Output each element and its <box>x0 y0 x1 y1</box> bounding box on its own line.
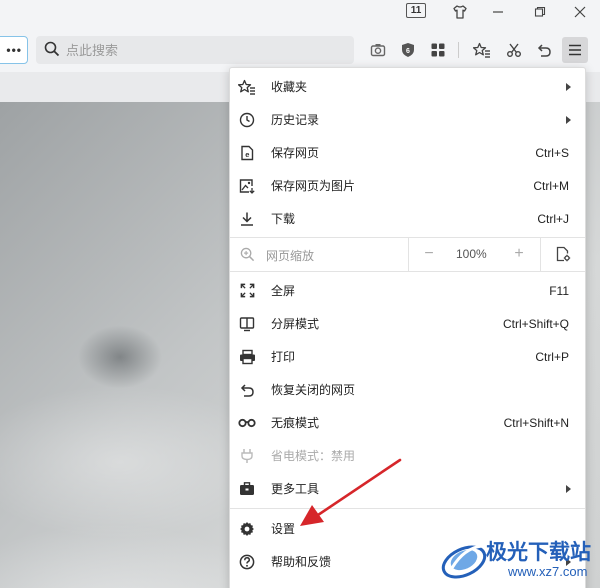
undo-icon <box>236 379 258 401</box>
watermark-url: www.xz7.com <box>508 564 588 579</box>
menu-item-shortcut: Ctrl+M <box>533 178 569 193</box>
title-bar: 11 <box>0 0 600 26</box>
watermark-title: 极光下载站 <box>486 540 591 564</box>
svg-text:6: 6 <box>406 48 410 55</box>
menu-item-label: 无痕模式 <box>271 416 320 430</box>
menu-item-save-as-image[interactable]: 保存网页为图片 Ctrl+M <box>230 169 585 202</box>
menu-item-label: 下载 <box>271 212 296 226</box>
menu-item-history[interactable]: 历史记录 <box>230 103 585 136</box>
menu-item-shortcut: Ctrl+Shift+N <box>503 415 569 430</box>
incognito-icon <box>236 412 258 434</box>
help-icon <box>236 551 258 573</box>
zoom-icon <box>236 243 258 265</box>
submenu-arrow-icon <box>566 115 571 124</box>
plug-icon <box>236 445 258 467</box>
menu-item-label: 全屏 <box>271 284 296 298</box>
undo-icon[interactable] <box>532 38 556 62</box>
search-icon <box>44 41 60 60</box>
menu-item-label: 保存网页 <box>271 146 320 160</box>
main-menu-button[interactable] <box>562 37 588 63</box>
menu-item-label: 历史记录 <box>271 113 320 127</box>
svg-text:e: e <box>245 150 249 159</box>
watermark-logo-icon <box>441 544 487 579</box>
zoom-label: 网页缩放 <box>266 249 315 263</box>
menu-item-download[interactable]: 下载 Ctrl+J <box>230 202 585 235</box>
watermark: 极光下载站 www.xz7.com <box>436 532 600 588</box>
printer-icon <box>236 346 258 368</box>
star-list-icon <box>236 76 258 98</box>
scissors-icon[interactable] <box>502 38 526 62</box>
favorites-list-icon[interactable] <box>470 38 494 62</box>
split-screen-icon <box>236 313 258 335</box>
search-box[interactable] <box>36 36 354 64</box>
menu-item-label: 打印 <box>271 350 296 364</box>
zoom-out-button[interactable]: − <box>418 243 440 265</box>
submenu-arrow-icon <box>566 82 571 91</box>
menu-item-fullscreen[interactable]: 全屏 F11 <box>230 274 585 307</box>
toolbar-divider <box>458 42 459 58</box>
zoom-divider <box>408 238 409 271</box>
menu-item-shortcut: Ctrl+P <box>535 349 569 364</box>
menu-item-label: 帮助和反馈 <box>271 555 332 569</box>
save-page-icon: e <box>236 142 258 164</box>
page-settings-icon[interactable] <box>552 243 574 265</box>
toolbox-icon <box>236 478 258 500</box>
fullscreen-icon <box>236 280 258 302</box>
menu-item-incognito[interactable]: 无痕模式 Ctrl+Shift+N <box>230 406 585 439</box>
gear-icon <box>236 518 258 540</box>
tab-count-badge[interactable]: 11 <box>406 3 426 18</box>
menu-item-label: 保存网页为图片 <box>271 179 356 193</box>
menu-item-shortcut: Ctrl+Shift+Q <box>502 316 569 331</box>
menu-item-favorites[interactable]: 收藏夹 <box>230 70 585 103</box>
menu-item-label: 恢复关闭的网页 <box>271 383 356 397</box>
shield-icon[interactable]: 6 <box>396 38 420 62</box>
menu-divider <box>230 271 585 272</box>
hamburger-icon <box>569 44 581 56</box>
zoom-value: 100% <box>456 247 487 261</box>
camera-icon[interactable] <box>366 38 390 62</box>
skin-shirt-icon[interactable] <box>448 2 472 22</box>
close-icon[interactable] <box>568 2 592 22</box>
menu-item-save-page[interactable]: e 保存网页 Ctrl+S <box>230 136 585 169</box>
menu-item-print[interactable]: 打印 Ctrl+P <box>230 340 585 373</box>
menu-item-shortcut: Ctrl+J <box>537 211 569 226</box>
menu-item-shortcut: F11 <box>549 283 569 298</box>
zoom-divider <box>540 238 541 271</box>
apps-grid-icon[interactable] <box>426 38 450 62</box>
address-field[interactable]: ••• <box>0 36 28 64</box>
minimize-icon[interactable] <box>486 2 510 22</box>
menu-item-shortcut: Ctrl+S <box>535 145 569 160</box>
submenu-arrow-icon <box>566 484 571 493</box>
menu-item-label: 分屏模式 <box>271 317 320 331</box>
menu-item-split-screen[interactable]: 分屏模式 Ctrl+Shift+Q <box>230 307 585 340</box>
search-input[interactable] <box>66 42 336 58</box>
menu-item-restore-closed[interactable]: 恢复关闭的网页 <box>230 373 585 406</box>
toolbar: ••• 6 <box>0 30 600 70</box>
download-icon <box>236 208 258 230</box>
menu-item-label: 收藏夹 <box>271 80 308 94</box>
restore-icon[interactable] <box>528 2 552 22</box>
annotation-arrow-icon <box>300 458 402 526</box>
image-save-icon <box>236 175 258 197</box>
zoom-row: 网页缩放 − 100% + <box>230 238 585 271</box>
zoom-in-button[interactable]: + <box>508 243 530 265</box>
clock-icon <box>236 109 258 131</box>
